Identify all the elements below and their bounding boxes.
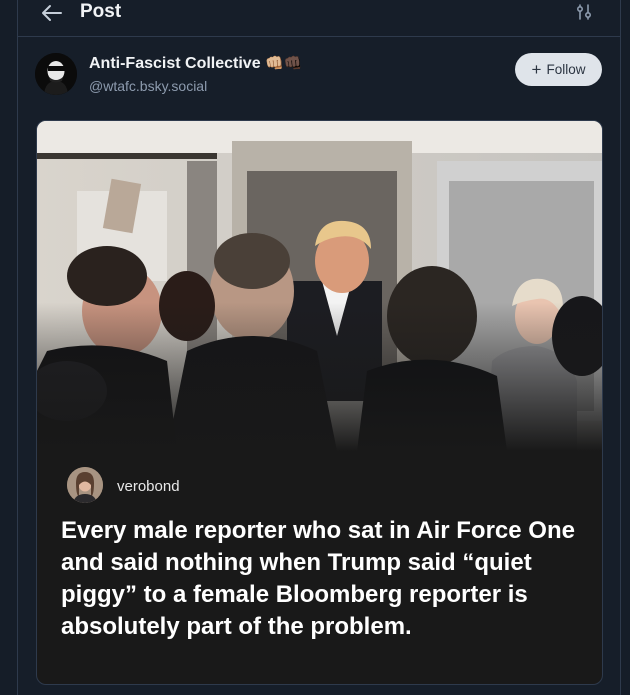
woman-portrait-icon	[67, 467, 103, 503]
press-scrum-photo	[37, 121, 602, 451]
filter-button[interactable]	[572, 1, 596, 23]
arrow-left-icon	[42, 5, 62, 21]
quote-author-avatar[interactable]	[67, 467, 103, 503]
back-button[interactable]	[38, 0, 66, 26]
follow-button[interactable]: + Follow	[515, 53, 602, 86]
quote-author-name: verobond	[117, 478, 180, 495]
follow-label: Follow	[546, 62, 586, 77]
author-handle[interactable]: @wtafc.bsky.social	[89, 78, 207, 94]
quote-text: Every male reporter who sat in Air Force…	[61, 517, 575, 640]
embedded-image-post[interactable]: verobond Every male reporter who sat in …	[36, 120, 603, 685]
top-bar: Post	[18, 0, 620, 37]
author-display-name: Anti-Fascist Collective	[89, 55, 261, 72]
author-avatar[interactable]	[35, 53, 77, 95]
sliders-icon	[576, 4, 592, 20]
page-title: Post	[80, 1, 122, 22]
post-page: Post Anti-Fascist Collective 👊�	[0, 0, 630, 695]
author-name[interactable]: Anti-Fascist Collective 👊🏼👊🏿	[89, 54, 302, 73]
plus-icon: +	[531, 59, 542, 79]
masked-figure-icon	[35, 53, 77, 95]
author-emoji: 👊🏼👊🏿	[265, 55, 303, 72]
post-column: Post Anti-Fascist Collective 👊�	[17, 0, 621, 695]
